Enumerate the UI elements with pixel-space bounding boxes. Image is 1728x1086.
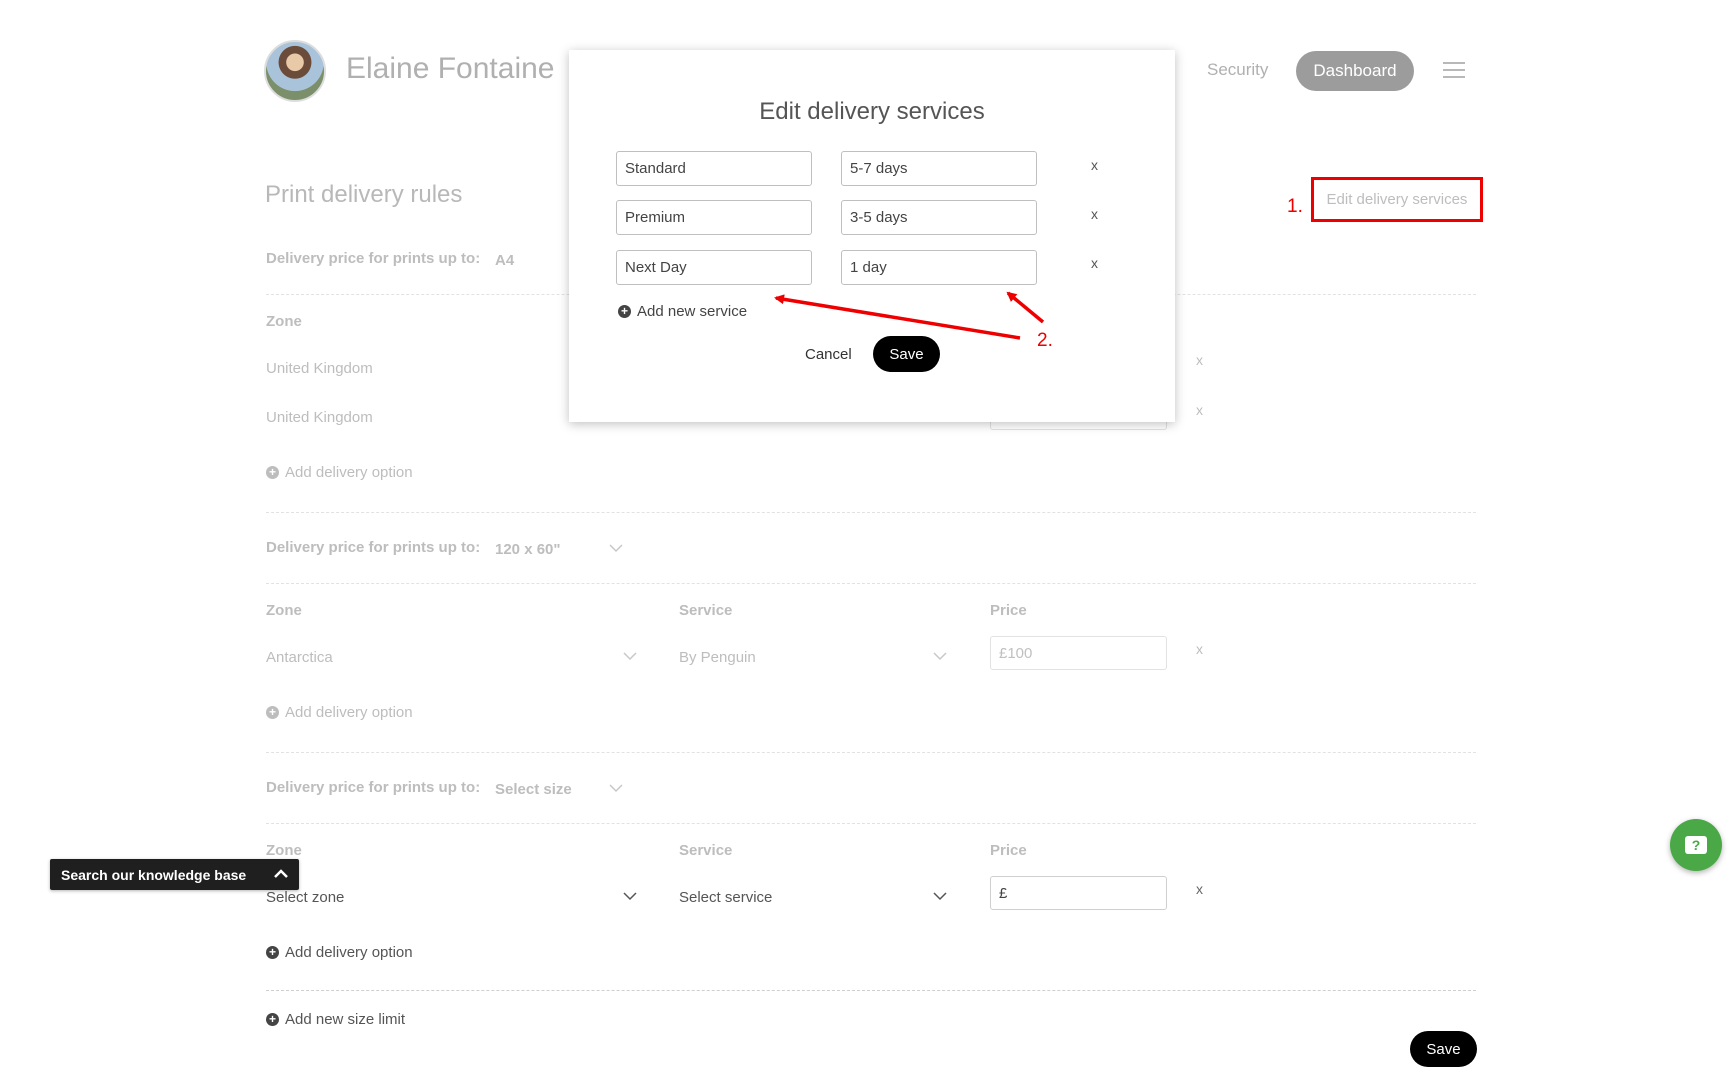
- nav-item-security[interactable]: Security: [1207, 60, 1268, 80]
- annotation-step-2: 2.: [1037, 330, 1053, 351]
- price-header: Price: [990, 842, 1027, 859]
- rule-label: Delivery price for prints up to:: [266, 539, 481, 556]
- add-delivery-option-button[interactable]: + Add delivery option: [266, 944, 413, 961]
- zone-header: Zone: [266, 842, 302, 859]
- chevron-down-icon[interactable]: [609, 781, 623, 795]
- hamburger-menu-icon[interactable]: [1443, 62, 1465, 78]
- edit-delivery-services-modal: Edit delivery services Standard 5-7 days…: [569, 50, 1175, 422]
- avatar[interactable]: [264, 40, 326, 102]
- price-header: Price: [990, 602, 1027, 619]
- service-header: Service: [679, 842, 733, 859]
- chevron-down-icon[interactable]: [609, 541, 623, 555]
- zone-select[interactable]: Select zone: [266, 889, 344, 906]
- help-icon: ?: [1685, 836, 1707, 854]
- modal-title: Edit delivery services: [759, 98, 985, 125]
- add-delivery-option-button[interactable]: + Add delivery option: [266, 464, 413, 481]
- edit-delivery-services-link[interactable]: Edit delivery services: [1311, 177, 1483, 222]
- rule-label: Delivery price for prints up to:: [266, 250, 481, 267]
- divider: [266, 583, 1476, 584]
- remove-row-button[interactable]: x: [1196, 352, 1203, 368]
- cancel-button[interactable]: Cancel: [805, 346, 852, 363]
- add-new-service-button[interactable]: + Add new service: [618, 303, 747, 320]
- service-time-input[interactable]: 3-5 days: [841, 200, 1037, 235]
- divider: [266, 823, 1476, 824]
- rule-label: Delivery price for prints up to:: [266, 779, 481, 796]
- remove-row-button[interactable]: x: [1196, 641, 1203, 657]
- remove-service-button[interactable]: x: [1091, 157, 1098, 173]
- add-new-service-label: Add new service: [637, 303, 748, 320]
- add-delivery-option-label: Add delivery option: [285, 704, 413, 721]
- save-button[interactable]: Save: [1410, 1031, 1477, 1067]
- service-header: Service: [679, 602, 733, 619]
- rule-size[interactable]: A4: [495, 252, 514, 269]
- zone-value[interactable]: United Kingdom: [266, 360, 373, 377]
- chevron-up-icon[interactable]: [273, 867, 289, 881]
- knowledge-base-label: Search our knowledge base: [61, 866, 247, 883]
- add-delivery-option-label: Add delivery option: [285, 944, 413, 961]
- plus-circle-icon: +: [266, 946, 279, 959]
- remove-service-button[interactable]: x: [1091, 206, 1098, 222]
- add-new-size-limit-button[interactable]: + Add new size limit: [266, 1011, 405, 1028]
- zone-value[interactable]: United Kingdom: [266, 409, 373, 426]
- service-time-input[interactable]: 5-7 days: [841, 151, 1037, 186]
- plus-circle-icon: +: [618, 305, 631, 318]
- plus-circle-icon: +: [266, 1013, 279, 1026]
- user-name: Elaine Fontaine: [346, 52, 555, 85]
- modal-save-button[interactable]: Save: [873, 336, 940, 372]
- zone-select[interactable]: Antarctica: [266, 649, 333, 666]
- remove-service-button[interactable]: x: [1091, 255, 1098, 271]
- zone-header: Zone: [266, 602, 302, 619]
- plus-circle-icon: +: [266, 466, 279, 479]
- chevron-down-icon[interactable]: [623, 889, 637, 903]
- rule-size[interactable]: 120 x 60": [495, 541, 561, 558]
- divider: [266, 990, 1476, 991]
- divider: [266, 752, 1476, 753]
- add-new-size-limit-label: Add new size limit: [285, 1011, 406, 1028]
- divider: [266, 512, 1476, 513]
- help-chat-button[interactable]: ?: [1670, 819, 1722, 871]
- service-name-input[interactable]: Standard: [616, 151, 812, 186]
- service-time-input[interactable]: 1 day: [841, 250, 1037, 285]
- service-name-input[interactable]: Premium: [616, 200, 812, 235]
- service-select[interactable]: By Penguin: [679, 649, 756, 666]
- add-delivery-option-button[interactable]: + Add delivery option: [266, 704, 413, 721]
- chevron-down-icon[interactable]: [933, 889, 947, 903]
- price-input[interactable]: £100: [990, 636, 1167, 670]
- knowledge-base-search-bar[interactable]: Search our knowledge base: [50, 859, 299, 890]
- remove-row-button[interactable]: x: [1196, 402, 1203, 418]
- annotation-step-1: 1.: [1287, 196, 1303, 217]
- rule-size[interactable]: Select size: [495, 781, 572, 798]
- chevron-down-icon[interactable]: [623, 649, 637, 663]
- zone-header: Zone: [266, 313, 302, 330]
- service-name-input[interactable]: Next Day: [616, 250, 812, 285]
- price-input[interactable]: £: [990, 876, 1167, 910]
- dashboard-button[interactable]: Dashboard: [1296, 51, 1414, 91]
- remove-row-button[interactable]: x: [1196, 881, 1203, 897]
- add-delivery-option-label: Add delivery option: [285, 464, 413, 481]
- plus-circle-icon: +: [266, 706, 279, 719]
- chevron-down-icon[interactable]: [933, 649, 947, 663]
- page-title: Print delivery rules: [265, 181, 463, 208]
- service-select[interactable]: Select service: [679, 889, 772, 906]
